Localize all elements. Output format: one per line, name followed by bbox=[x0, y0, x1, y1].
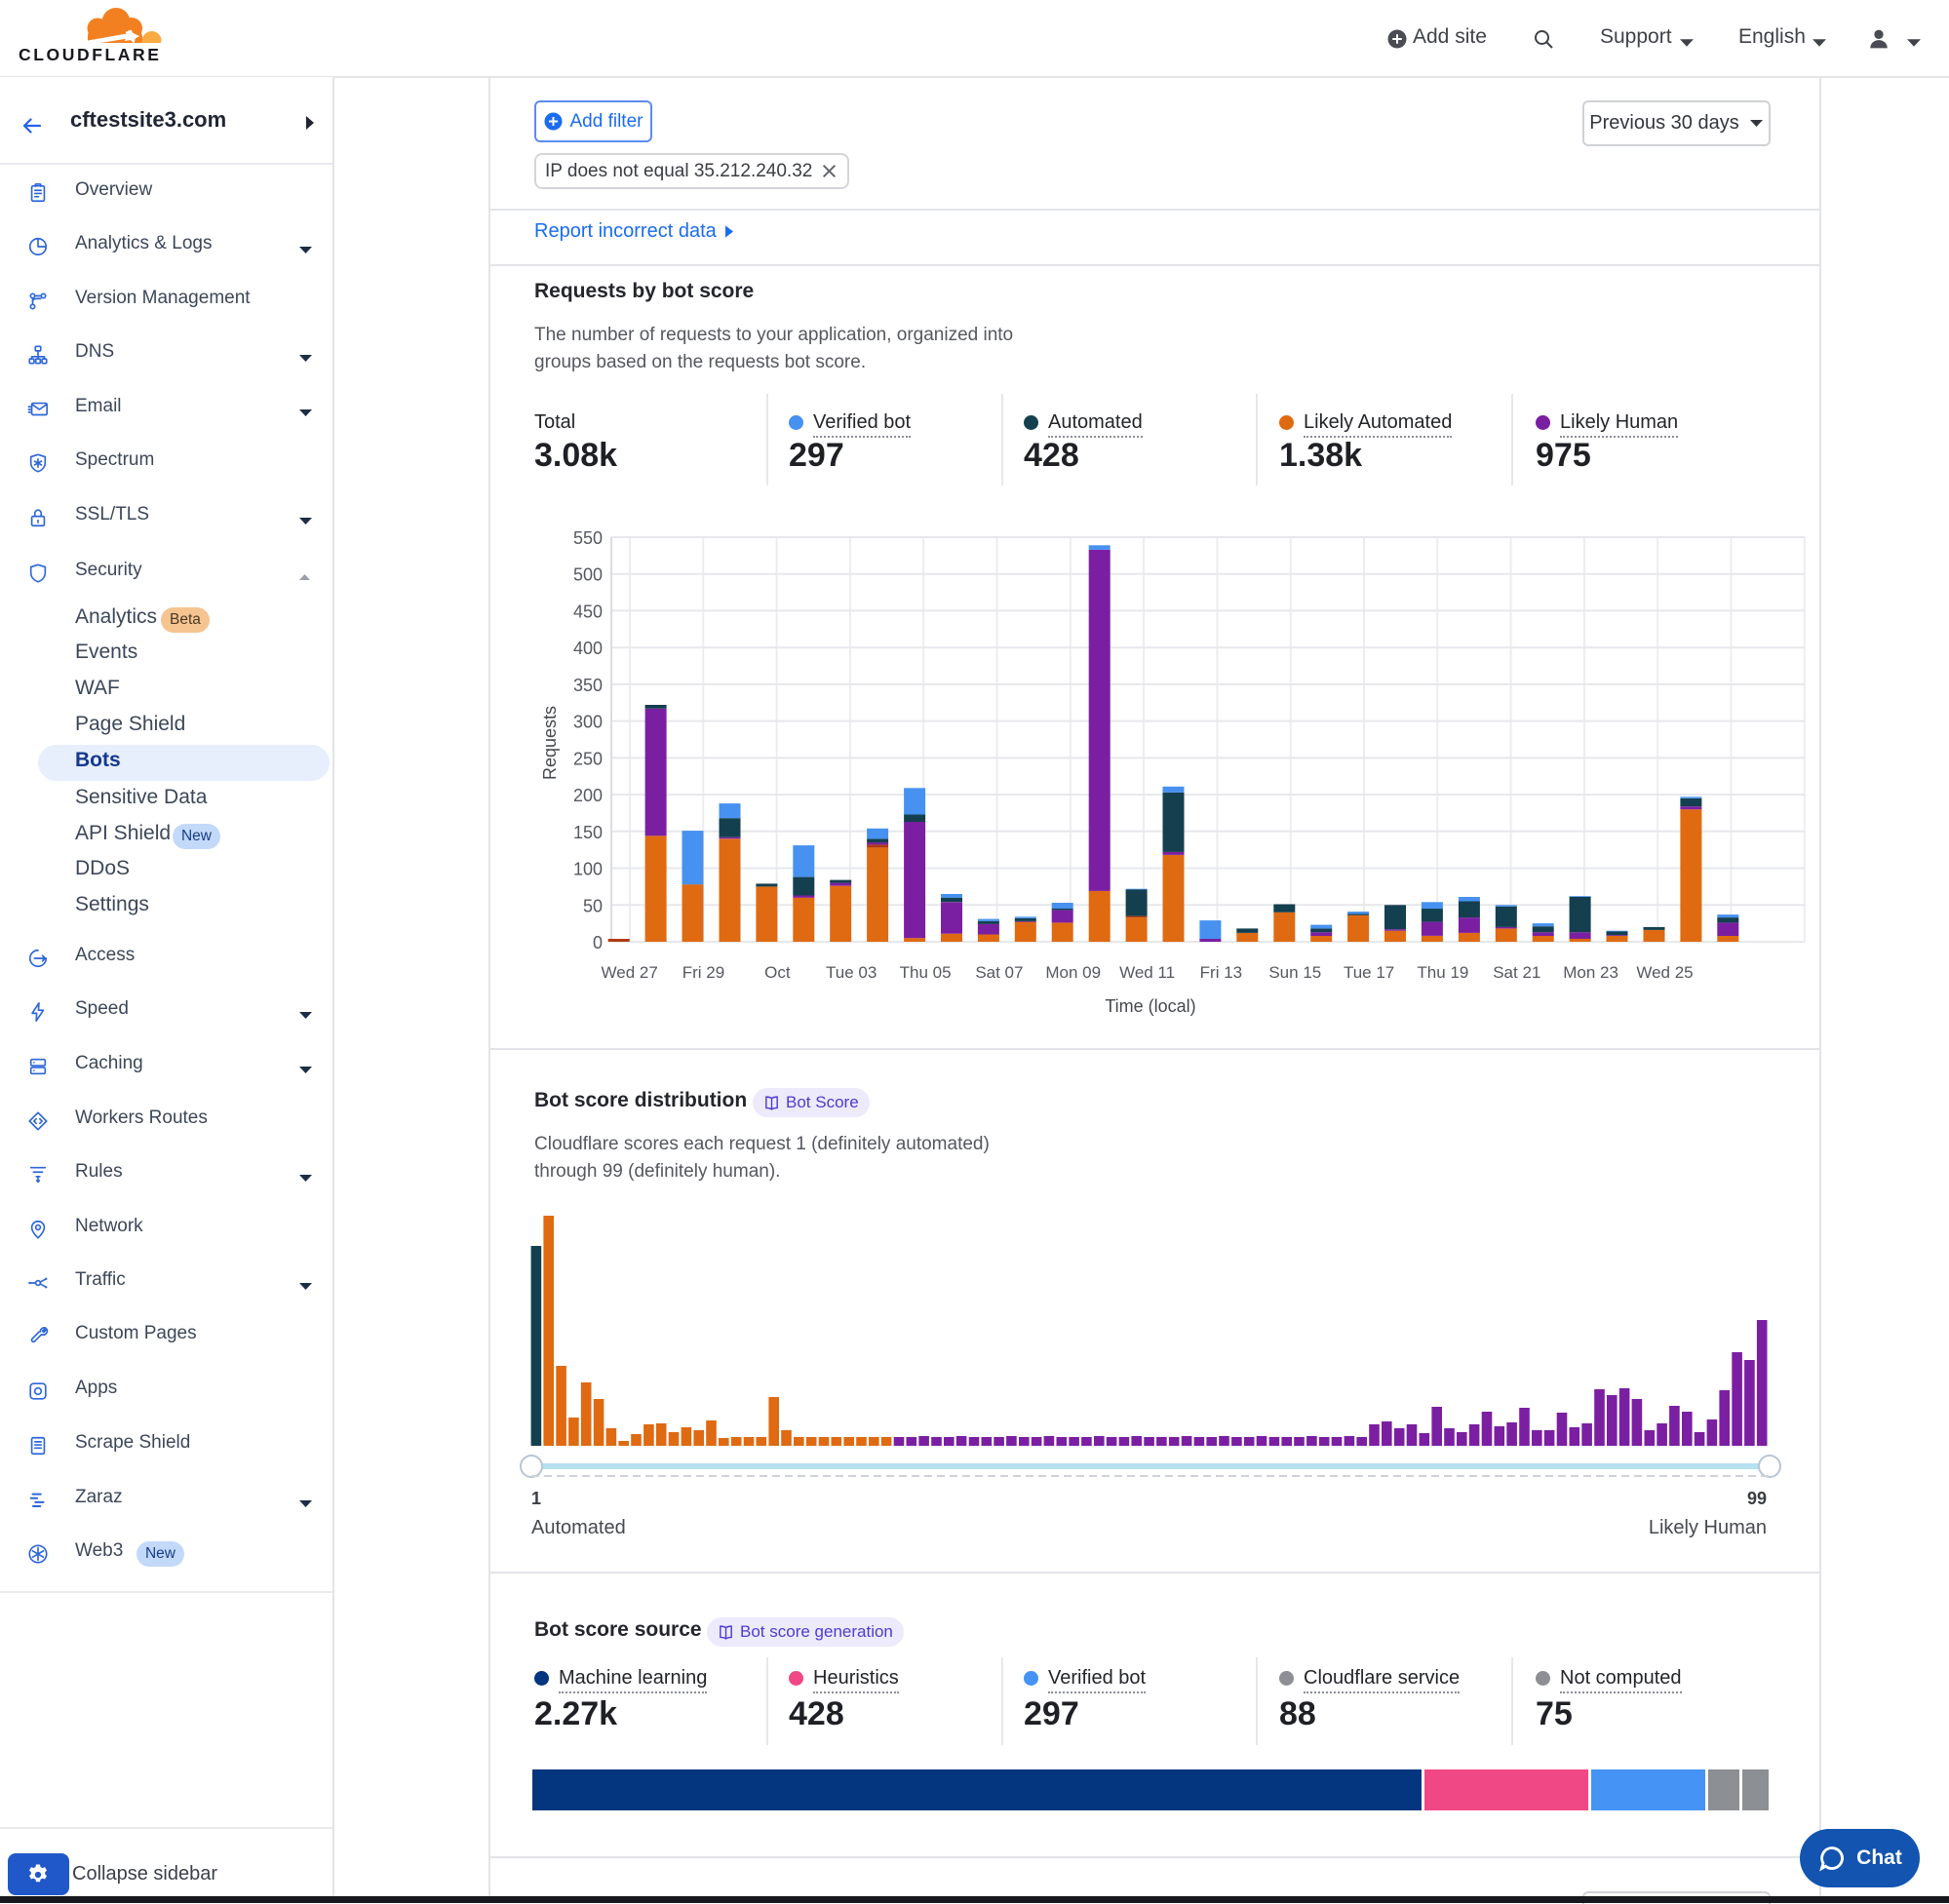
svg-text:CLOUDFLARE: CLOUDFLARE bbox=[19, 45, 162, 62]
svg-text:450: 450 bbox=[573, 602, 603, 621]
svg-text:500: 500 bbox=[573, 565, 603, 585]
svg-text:Wed 25: Wed 25 bbox=[1636, 963, 1693, 982]
svg-text:Sat 21: Sat 21 bbox=[1493, 963, 1540, 982]
svg-text:Sun 15: Sun 15 bbox=[1268, 963, 1321, 982]
svg-text:100: 100 bbox=[573, 860, 603, 879]
svg-text:350: 350 bbox=[573, 676, 603, 695]
svg-text:50: 50 bbox=[583, 896, 603, 915]
svg-text:Tue 03: Tue 03 bbox=[826, 963, 877, 982]
svg-text:Oct: Oct bbox=[764, 963, 791, 982]
svg-text:300: 300 bbox=[573, 713, 603, 732]
svg-text:Thu 05: Thu 05 bbox=[900, 963, 952, 982]
svg-text:Sat 07: Sat 07 bbox=[975, 963, 1023, 982]
svg-text:Wed 27: Wed 27 bbox=[602, 963, 658, 982]
svg-text:Mon 09: Mon 09 bbox=[1045, 963, 1101, 982]
svg-text:550: 550 bbox=[573, 528, 603, 548]
svg-text:Thu 19: Thu 19 bbox=[1417, 963, 1468, 982]
svg-text:Mon 23: Mon 23 bbox=[1563, 963, 1618, 982]
svg-text:Tue 17: Tue 17 bbox=[1344, 963, 1394, 982]
svg-text:250: 250 bbox=[573, 749, 603, 768]
svg-text:Fri 29: Fri 29 bbox=[682, 963, 724, 982]
svg-text:Requests: Requests bbox=[540, 706, 560, 780]
svg-text:Wed 11: Wed 11 bbox=[1119, 963, 1175, 982]
svg-text:Time (local): Time (local) bbox=[1105, 996, 1195, 1016]
svg-text:150: 150 bbox=[573, 823, 603, 842]
svg-text:Fri 13: Fri 13 bbox=[1200, 963, 1242, 982]
svg-text:400: 400 bbox=[573, 639, 603, 658]
svg-text:200: 200 bbox=[573, 786, 603, 805]
svg-text:0: 0 bbox=[593, 933, 603, 952]
